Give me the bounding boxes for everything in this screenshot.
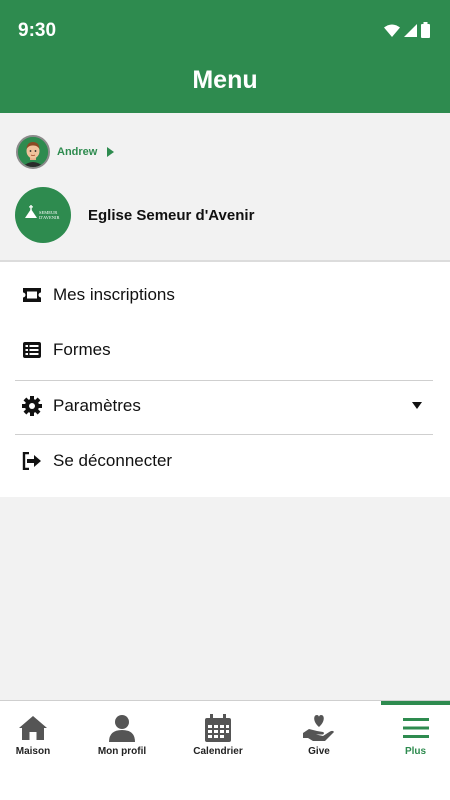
caret-down-icon[interactable]: [412, 402, 422, 409]
nav-label: Calendrier: [193, 746, 243, 757]
menu-item-label: Formes: [53, 340, 111, 359]
nav-mon-profil[interactable]: Mon profil: [92, 701, 152, 773]
menu-item-se-deconnecter[interactable]: Se déconnecter: [22, 441, 428, 481]
menu-list: Mes inscriptions Formes Paramètres Se dé…: [0, 260, 450, 497]
status-time: 9:30: [18, 20, 57, 41]
church-name[interactable]: Eglise Semeur d'Avenir: [88, 207, 254, 224]
menu-item-label: Paramètres: [53, 396, 141, 415]
battery-icon: [421, 22, 430, 43]
menu-icon: [402, 713, 429, 743]
logout-icon: [22, 451, 42, 471]
divider: [15, 434, 433, 435]
avatar[interactable]: [16, 135, 50, 169]
gear-icon: [22, 396, 42, 416]
page-title: Menu: [192, 66, 258, 94]
play-arrow-icon[interactable]: [107, 147, 115, 157]
wifi-icon: [384, 24, 400, 42]
church-logo[interactable]: SEMEUR D'AVENIR: [15, 187, 71, 243]
nav-label: Mon profil: [97, 746, 147, 757]
profile-section: Andrew SEMEUR D'AVENIR Eglise Semeur d'A…: [0, 113, 450, 260]
menu-item-label: Se déconnecter: [53, 451, 173, 470]
nav-label: Maison: [15, 746, 51, 757]
give-icon: [303, 713, 335, 743]
user-switcher[interactable]: Andrew: [16, 135, 115, 169]
menu-item-parametres[interactable]: Paramètres: [22, 386, 428, 426]
user-icon: [109, 713, 135, 743]
ticket-icon: [22, 285, 42, 305]
nav-maison[interactable]: Maison: [0, 701, 66, 773]
nav-plus[interactable]: Plus: [381, 701, 450, 773]
svg-text:D'AVENIR: D'AVENIR: [39, 215, 59, 220]
nav-label: Give: [308, 746, 330, 757]
calendar-icon: [205, 713, 231, 743]
church-row[interactable]: SEMEUR D'AVENIR Eglise Semeur d'Avenir: [15, 187, 254, 243]
menu-item-formes[interactable]: Formes: [22, 330, 428, 370]
list-icon: [22, 340, 42, 360]
menu-item-label: Mes inscriptions: [53, 285, 175, 304]
status-icons: [384, 22, 430, 43]
divider: [15, 380, 433, 381]
nav-label: Plus: [404, 746, 427, 757]
user-name[interactable]: Andrew: [57, 146, 97, 158]
app-header: 9:30 Menu: [0, 0, 450, 113]
nav-give[interactable]: Give: [292, 701, 346, 773]
menu-item-mes-inscriptions[interactable]: Mes inscriptions: [22, 275, 428, 315]
nav-calendrier[interactable]: Calendrier: [188, 701, 248, 773]
home-icon: [18, 713, 48, 743]
signal-icon: [404, 23, 417, 42]
bottom-navigation: Maison Mon profil Calendrier Give Plus: [0, 700, 450, 800]
